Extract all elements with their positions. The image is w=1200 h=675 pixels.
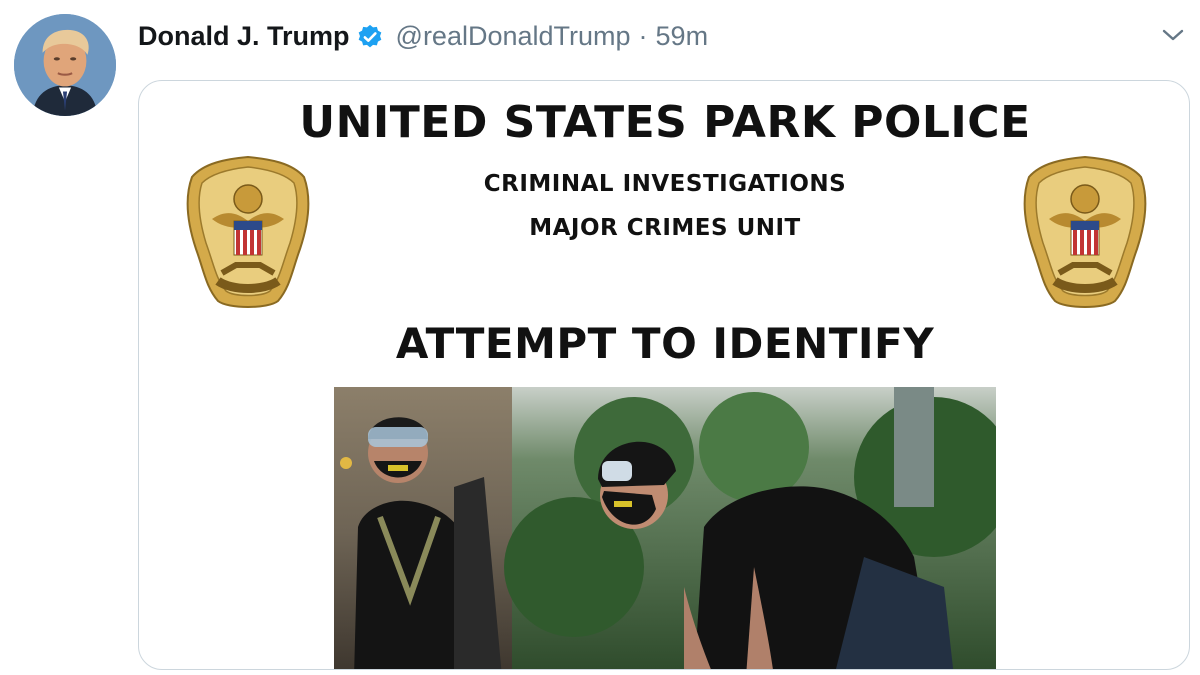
author-handle[interactable]: @realDonaldTrump — [396, 21, 631, 52]
badge-emblem — [186, 155, 310, 308]
park-police-badge-right — [1019, 153, 1151, 313]
chevron-down-icon[interactable] — [1160, 24, 1186, 46]
flyer-headline: ATTEMPT TO IDENTIFY — [395, 319, 935, 368]
author-name[interactable]: Donald J. Trump — [138, 21, 350, 52]
timestamp[interactable]: 59m — [656, 21, 709, 52]
separator-dot: · — [638, 20, 648, 51]
park-police-badge-left — [182, 153, 314, 313]
media-card[interactable]: UNITED STATES PARK POLICE CRIMINAL INVES… — [138, 80, 1190, 670]
suspect-photo[interactable] — [334, 387, 996, 669]
flyer-title: UNITED STATES PARK POLICE — [299, 97, 1031, 148]
badge-emblem — [1023, 155, 1147, 308]
tweet: Donald J. Trump @realDonaldTrump · 59m U… — [0, 0, 1200, 675]
profile-photo — [14, 14, 116, 116]
avatar[interactable] — [14, 14, 116, 116]
verified-badge-icon — [356, 22, 384, 50]
tweet-header: Donald J. Trump @realDonaldTrump · 59m — [138, 18, 708, 54]
